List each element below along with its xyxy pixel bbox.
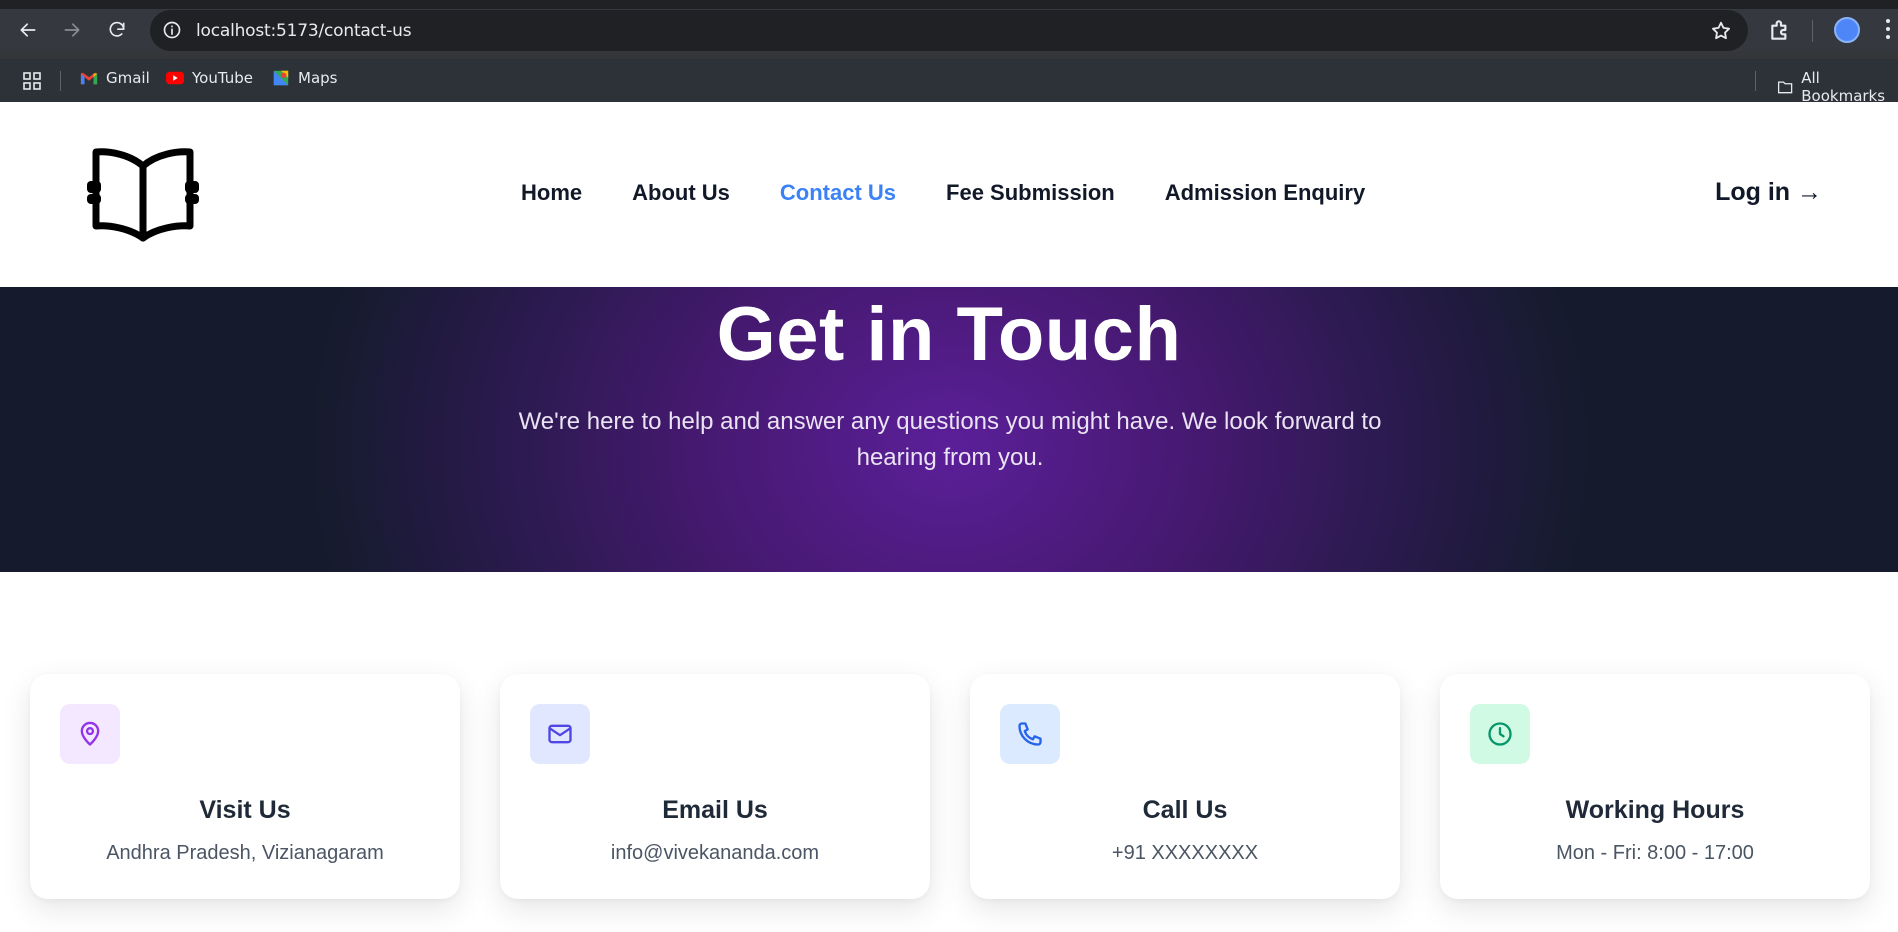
extensions-icon[interactable] — [1768, 17, 1794, 43]
folder-icon — [1777, 81, 1793, 94]
hero-subtitle: We're here to help and answer any questi… — [518, 408, 1382, 471]
card-title: Email Us — [662, 796, 768, 824]
site-header: Home About Us Contact Us Fee Submission … — [0, 102, 1898, 287]
nav-admission-enquiry[interactable]: Admission Enquiry — [1165, 180, 1365, 206]
card-value: Mon - Fri: 8:00 - 17:00 — [1556, 842, 1754, 864]
login-button[interactable]: Log in → — [1715, 178, 1822, 207]
contact-cards: Visit Us Andhra Pradesh, Vizianagaram Em… — [0, 572, 1898, 932]
maps-icon — [273, 70, 289, 86]
open-book-icon[interactable] — [84, 146, 202, 242]
gmail-icon — [80, 72, 98, 85]
apps-grid-icon[interactable] — [22, 71, 42, 91]
card-visit-us: Visit Us Andhra Pradesh, Vizianagaram — [30, 674, 460, 899]
back-icon[interactable] — [12, 9, 44, 51]
all-bookmarks[interactable]: All Bookmarks — [1777, 69, 1898, 105]
bookmark-gmail[interactable]: Gmail — [80, 69, 150, 87]
hero-banner: Get in Touch We're here to help and answ… — [0, 287, 1898, 572]
page: Home About Us Contact Us Fee Submission … — [0, 102, 1898, 932]
card-value[interactable]: +91 XXXXXXXX — [970, 842, 1400, 865]
bookmark-maps[interactable]: Maps — [272, 69, 337, 87]
bookmarks-divider — [1755, 71, 1756, 91]
hero-title: Get in Touch — [716, 292, 1182, 377]
card-call-us: Call Us +91 XXXXXXXX — [970, 674, 1400, 899]
phone-icon — [1000, 704, 1060, 764]
card-email-us: Email Us info@vivekananda.com — [500, 674, 930, 899]
card-value: Andhra Pradesh, Vizianagaram — [106, 842, 384, 864]
card-value[interactable]: info@vivekananda.com — [500, 842, 930, 865]
card-working-hours: Working Hours Mon - Fri: 8:00 - 17:00 — [1440, 674, 1870, 899]
profile-avatar[interactable] — [1834, 17, 1860, 43]
card-title: Visit Us — [199, 796, 291, 824]
toolbar-divider — [1812, 20, 1813, 42]
bookmarks-bar: Gmail YouTube Maps All Bookmarks — [0, 59, 1898, 105]
bookmark-label: Maps — [298, 69, 338, 87]
bookmark-youtube[interactable]: YouTube — [166, 69, 253, 87]
nav-contact-us[interactable]: Contact Us — [780, 180, 896, 206]
card-title: Working Hours — [1565, 796, 1745, 824]
clock-icon — [1470, 704, 1530, 764]
reload-icon[interactable] — [101, 9, 133, 51]
address-bar[interactable]: localhost:5173/contact-us — [150, 10, 1748, 51]
main-nav: Home About Us Contact Us Fee Submission … — [521, 180, 1415, 206]
nav-about-us[interactable]: About Us — [632, 180, 730, 206]
mail-icon — [530, 704, 590, 764]
bookmark-label: YouTube — [192, 69, 253, 87]
tab-strip — [0, 0, 1898, 9]
browser-menu-icon[interactable] — [1886, 19, 1892, 41]
bookmark-star-icon[interactable] — [1710, 20, 1732, 42]
map-pin-icon — [60, 704, 120, 764]
nav-home[interactable]: Home — [521, 180, 582, 206]
card-title: Call Us — [1142, 796, 1228, 824]
youtube-icon — [166, 71, 184, 85]
site-info-icon[interactable] — [162, 20, 182, 40]
bookmarks-divider — [60, 71, 61, 91]
all-bookmarks-label: All Bookmarks — [1801, 69, 1886, 105]
url-text[interactable]: localhost:5173/contact-us — [196, 21, 412, 41]
browser-chrome: localhost:5173/contact-us Gmail YouTube … — [0, 0, 1898, 105]
bookmark-label: Gmail — [106, 69, 150, 87]
nav-fee-submission[interactable]: Fee Submission — [946, 180, 1115, 206]
forward-icon[interactable] — [56, 9, 88, 51]
